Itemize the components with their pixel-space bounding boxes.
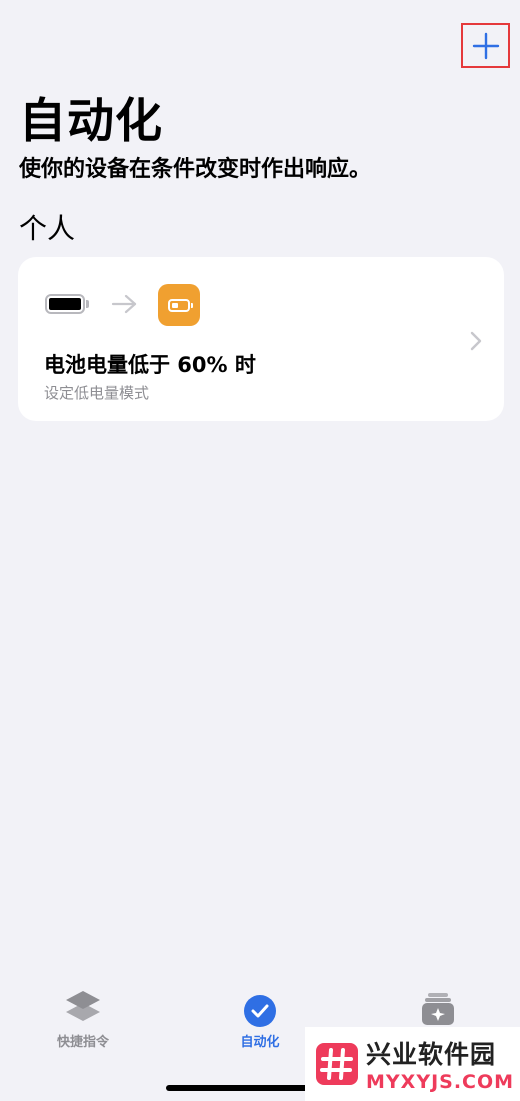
tab-automation[interactable]: 自动化 <box>205 985 315 1050</box>
automation-description: 设定低电量模式 <box>44 384 150 402</box>
plus-icon <box>472 32 499 59</box>
gallery-icon <box>422 993 454 1025</box>
automation-title: 电池电量低于 60% 时 <box>44 353 256 377</box>
layers-icon <box>66 991 100 1021</box>
add-automation-button[interactable] <box>461 23 510 68</box>
page-subtitle: 使你的设备在条件改变时作出响应。 <box>19 157 372 182</box>
battery-low-icon <box>45 294 89 314</box>
tab-shortcuts-label: 快捷指令 <box>56 1035 109 1050</box>
chevron-right-icon <box>470 331 482 351</box>
page-title: 自动化 <box>19 94 163 149</box>
watermark-url: MYXYJS.COM <box>366 1071 515 1093</box>
tab-shortcuts[interactable]: 快捷指令 <box>28 985 138 1050</box>
watermark-logo-icon <box>316 1043 358 1085</box>
automation-card[interactable]: 电池电量低于 60% 时 设定低电量模式 <box>18 257 504 421</box>
section-title-personal: 个人 <box>19 212 76 245</box>
watermark-title: 兴业软件园 <box>366 1040 497 1069</box>
checkmark-clock-icon <box>244 995 276 1027</box>
tab-automation-label: 自动化 <box>240 1035 280 1050</box>
tab-gallery[interactable] <box>383 985 493 1031</box>
watermark: 兴业软件园 MYXYJS.COM <box>305 1027 520 1101</box>
arrow-right-icon <box>111 294 137 314</box>
low-power-mode-icon <box>158 284 200 326</box>
